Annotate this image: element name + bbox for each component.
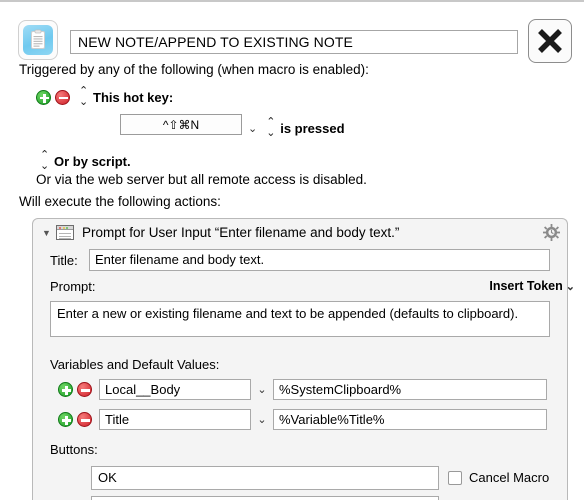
title-field-label: Title: (50, 253, 78, 268)
remove-circle-icon[interactable] (77, 412, 92, 427)
variable-value-input[interactable]: %SystemClipboard% (273, 379, 547, 400)
remove-circle-icon[interactable] (55, 89, 70, 105)
cancel-macro-checkbox-row[interactable]: Cancel Macro (448, 470, 549, 485)
variable-value-input[interactable]: %Variable%Title% (273, 409, 547, 430)
variable-name-input[interactable]: Title (99, 409, 251, 430)
cancel-macro-label: Cancel Macro (469, 470, 550, 485)
action-title-bar[interactable]: ▼ Prompt for User Input “Enter filename … (33, 219, 567, 246)
close-x-icon (538, 29, 562, 53)
cancel-macro-checkbox[interactable] (448, 470, 462, 485)
action-title-label: Prompt for User Input “Enter filename an… (82, 225, 400, 240)
chevron-down-icon: ⌄ (565, 280, 575, 293)
actions-heading: Will execute the following actions: (19, 194, 221, 209)
hotkey-input[interactable]: ^⇧⌘N (120, 114, 242, 135)
variables-label: Variables and Default Values: (50, 357, 220, 372)
disclosure-triangle-open-icon[interactable]: ▼ (42, 228, 54, 238)
chevron-down-icon[interactable]: ⌄ (251, 413, 273, 426)
insert-token-label: Insert Token (489, 279, 563, 293)
insert-token-button[interactable]: Insert Token ⌄ (489, 279, 575, 293)
chevron-down-icon[interactable]: ⌄ (248, 122, 257, 135)
triggers-heading: Triggered by any of the following (when … (19, 62, 369, 77)
hotkey-trigger-label[interactable]: This hot key: (93, 90, 173, 105)
add-circle-icon[interactable] (36, 89, 51, 105)
updown-stepper-icon[interactable]: ⌃ ⌄ (266, 117, 275, 139)
script-trigger-row: ⌃ ⌄ Or by script. (40, 150, 131, 172)
variable-row: Local__Body ⌄ %SystemClipboard% (58, 379, 547, 400)
macro-header: NEW NOTE/APPEND TO EXISTING NOTE (0, 8, 584, 64)
clipboard-note-icon (23, 25, 53, 55)
webserver-note: Or via the web server but all remote acc… (36, 172, 367, 187)
add-circle-icon[interactable] (58, 412, 73, 427)
variable-row: Title ⌄ %Variable%Title% (58, 409, 547, 430)
script-trigger-label[interactable]: Or by script. (54, 154, 131, 169)
remove-circle-icon[interactable] (77, 382, 92, 397)
buttons-label: Buttons: (50, 442, 98, 457)
prompt-window-icon (56, 225, 74, 240)
macro-icon[interactable] (18, 20, 58, 60)
window-top-divider (0, 0, 584, 2)
button-name-input[interactable]: OK (91, 466, 439, 490)
hotkey-condition-label[interactable]: is pressed (280, 121, 344, 136)
close-button[interactable] (528, 19, 572, 63)
prompt-title-input[interactable]: Enter filename and body text. (89, 249, 550, 271)
macro-name-input[interactable]: NEW NOTE/APPEND TO EXISTING NOTE (70, 30, 518, 54)
chevron-down-icon[interactable]: ⌄ (251, 383, 273, 396)
prompt-text-area[interactable]: Enter a new or existing filename and tex… (50, 301, 550, 337)
hotkey-trigger-row: ⌃ ⌄ This hot key: (36, 86, 173, 108)
updown-stepper-icon[interactable]: ⌃ ⌄ (40, 150, 49, 172)
prompt-field-label: Prompt: (50, 279, 96, 294)
button-name-input-secondary[interactable] (91, 496, 439, 500)
add-circle-icon[interactable] (58, 382, 73, 397)
hotkey-condition-row: ⌄ ⌃ ⌄ is pressed (248, 117, 345, 139)
updown-stepper-icon[interactable]: ⌃ ⌄ (79, 86, 88, 108)
gear-icon[interactable] (543, 224, 560, 241)
variable-name-input[interactable]: Local__Body (99, 379, 251, 400)
